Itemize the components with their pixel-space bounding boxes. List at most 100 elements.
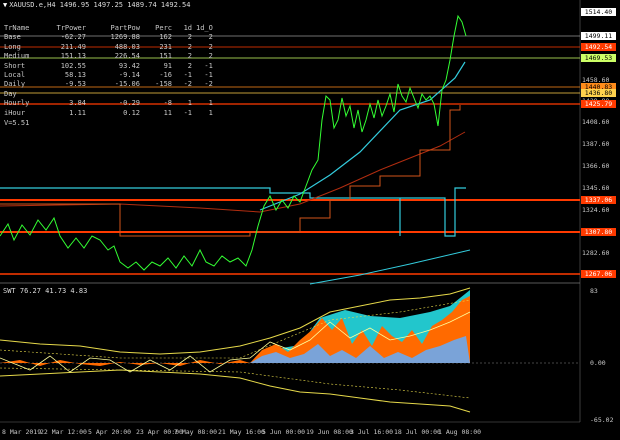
- table-cell: 1.11: [69, 108, 86, 117]
- table-cell: -62.27: [60, 33, 86, 42]
- table-cell: -16: [159, 71, 172, 80]
- table-cell: 0.12: [123, 108, 140, 117]
- price-level-tag: 1436.80: [581, 89, 616, 97]
- lower-blue-trend-line: [309, 249, 471, 285]
- table-cell: -0.29: [118, 99, 140, 108]
- table-row: Day: [4, 90, 213, 99]
- table-row: Base -62.27 1269.88 162 2 2: [4, 33, 213, 42]
- oscillator-scale-label: 0.00: [590, 359, 606, 367]
- price-level-tag: 1492.54: [581, 43, 616, 51]
- table-row: Hourly 3.84 -0.29 -8 1 1: [4, 99, 213, 108]
- table-cell: 3.84: [69, 99, 86, 108]
- price-axis-label: 1282.60: [582, 249, 610, 257]
- table-cell: 162: [159, 33, 172, 42]
- table-cell: TrPower: [56, 24, 86, 32]
- table-cell: -1: [183, 108, 192, 117]
- time-axis-label: 8 Mar 2019: [2, 428, 42, 436]
- table-cell: Day: [4, 89, 17, 98]
- table-cell: Local: [4, 71, 26, 80]
- price-level-tag: 1337.06: [581, 196, 616, 204]
- osc-lower-band: [0, 369, 471, 413]
- table-cell: -8: [163, 99, 172, 108]
- table-cell: Long: [4, 42, 21, 51]
- table-cell: -9.53: [64, 80, 86, 89]
- price-axis-label: 1324.60: [582, 206, 610, 214]
- price-level-tag: 1499.11: [581, 32, 616, 40]
- table-cell: Base: [4, 33, 21, 42]
- table-cell: -1: [204, 71, 213, 80]
- trend-power-table: TrName TrPower PartPow Perc 1d 1d_O Base -62.27…: [4, 24, 213, 118]
- time-axis-label: 21 May 16:00: [218, 428, 265, 436]
- time-axis-label: 1 Aug 08:00: [438, 428, 482, 436]
- table-cell: -2: [183, 80, 192, 89]
- price-level-tag: 1469.53: [581, 54, 616, 62]
- table-cell: Perc: [155, 24, 172, 32]
- table-row: iHour 1.11 0.12 11 -1 1: [4, 109, 213, 118]
- table-cell: -158: [155, 80, 172, 89]
- oscillator-title: SWT 76.27 41.73 4.83: [3, 287, 88, 295]
- oscillator-scale-label: -65.02: [590, 416, 614, 424]
- table-cell: 1d_O: [196, 24, 213, 32]
- price-axis-label: 1366.60: [582, 162, 610, 170]
- table-header-row: TrName TrPower PartPow Perc 1d 1d_O: [4, 24, 213, 33]
- cyan-channel-line: [259, 61, 466, 211]
- table-cell: -15.06: [114, 80, 140, 89]
- table-cell: 1: [208, 108, 213, 117]
- table-row: Short 102.55 93.42 91 2 -1: [4, 62, 213, 71]
- price-level-tag: 1514.40: [581, 8, 616, 16]
- time-axis-label: 7 May 08:00: [174, 428, 218, 436]
- table-cell: -1: [204, 61, 213, 70]
- table-cell: [178, 90, 196, 99]
- table-row: Local 58.13 -9.14 -16 -1 -1: [4, 71, 213, 80]
- table-cell: Hourly: [4, 99, 30, 108]
- volume-ratio-text: V=5.51: [4, 119, 30, 127]
- table-cell: 2: [187, 52, 192, 61]
- table-row: Medium 151.13 226.54 151 2 2: [4, 52, 213, 61]
- price-axis-label: 1345.60: [582, 184, 610, 192]
- table-cell: 151.13: [60, 52, 86, 61]
- table-cell: 211.49: [60, 42, 86, 51]
- table-cell: 1269.88: [110, 33, 140, 42]
- table-cell: 2: [187, 42, 192, 51]
- table-cell: 151: [159, 52, 172, 61]
- table-cell: -1: [183, 71, 192, 80]
- table-cell: 102.55: [60, 61, 86, 70]
- table-cell: 2: [187, 61, 192, 70]
- table-cell: 1: [208, 99, 213, 108]
- table-cell: 11: [163, 108, 172, 117]
- table-cell: 2: [208, 42, 213, 51]
- orange-step-line: [0, 105, 461, 237]
- table-cell: 91: [163, 61, 172, 70]
- time-axis-label: 5 Apr 20:00: [88, 428, 132, 436]
- table-cell: PartPow: [110, 24, 140, 32]
- table-cell: [42, 90, 94, 99]
- symbol-ohlc-text: XAUUSD.e,H4 1496.95 1497.25 1489.74 1492…: [9, 1, 191, 9]
- price-axis-label: 1387.60: [582, 140, 610, 148]
- table-cell: Short: [4, 61, 26, 70]
- oscillator-scale-label: 83: [590, 287, 598, 295]
- table-cell: Medium: [4, 52, 30, 61]
- table-cell: 488.03: [114, 42, 140, 51]
- table-row: Daily -9.53 -15.06 -158 -2 -2: [4, 80, 213, 89]
- table-cell: 1d: [183, 24, 192, 32]
- table-cell: 2: [208, 52, 213, 61]
- table-cell: [148, 90, 178, 99]
- price-level-tag: 1307.80: [581, 228, 616, 236]
- time-axis-label: 19 Jun 08:00: [306, 428, 353, 436]
- time-axis-label: 3 Jul 16:00: [350, 428, 394, 436]
- time-axis-label: 22 Mar 12:00: [40, 428, 87, 436]
- time-axis-label: 18 Jul 00:00: [394, 428, 441, 436]
- table-cell: [94, 90, 148, 99]
- table-cell: -9.14: [118, 71, 140, 80]
- table-cell: 2: [208, 33, 213, 42]
- table-cell: 93.42: [118, 61, 140, 70]
- table-cell: 226.54: [114, 52, 140, 61]
- price-axis-label: 1408.60: [582, 118, 610, 126]
- chart-menu-arrow-icon[interactable]: ▼: [3, 1, 7, 9]
- table-cell: [196, 90, 213, 99]
- table-cell: 2: [187, 33, 192, 42]
- table-row: Long 211.49 488.03 231 2 2: [4, 43, 213, 52]
- price-level-tag: 1425.79: [581, 100, 616, 108]
- table-cell: TrName: [4, 24, 30, 32]
- table-cell: 58.13: [64, 71, 86, 80]
